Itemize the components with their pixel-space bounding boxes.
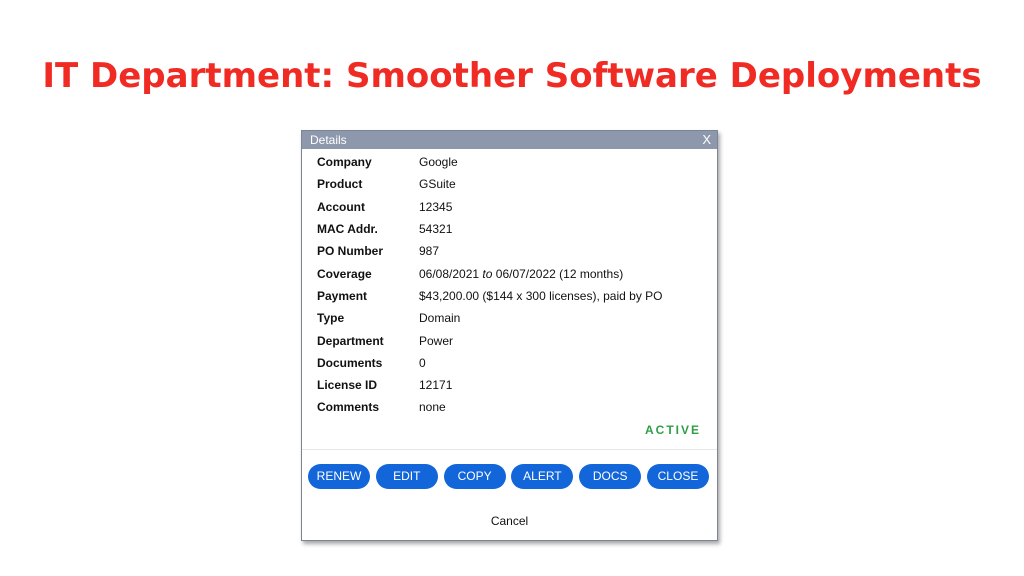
field-value: $43,200.00 ($144 x 300 licenses), paid b… [419, 288, 663, 303]
copy-button[interactable]: COPY [443, 463, 506, 489]
field-label: Payment [317, 288, 368, 303]
field-label: Company [317, 155, 372, 170]
detail-row-account: Account 12345 [302, 196, 717, 218]
cancel-link[interactable]: Cancel [302, 514, 717, 528]
dialog-title: Details [310, 133, 347, 147]
action-buttons: RENEW EDIT COPY ALERT DOCS CLOSE [302, 450, 717, 489]
field-label: License ID [317, 378, 378, 393]
field-value: Domain [419, 311, 461, 326]
field-value: GSuite [419, 177, 456, 192]
field-value: 12345 [419, 199, 453, 214]
field-label: Department [317, 333, 384, 348]
detail-row-mac-addr: MAC Addr. 54321 [302, 218, 717, 240]
close-button[interactable]: CLOSE [646, 463, 709, 489]
field-label: MAC Addr. [317, 222, 378, 237]
slide-title: IT Department: Smoother Software Deploym… [42, 56, 982, 96]
field-value: 12171 [419, 378, 453, 393]
edit-button[interactable]: EDIT [375, 463, 438, 489]
field-value: Power [419, 333, 454, 348]
detail-row-payment: Payment $43,200.00 ($144 x 300 licenses)… [302, 285, 717, 307]
field-value: 54321 [419, 222, 453, 237]
close-icon[interactable]: X [702, 131, 711, 149]
renew-button[interactable]: RENEW [308, 463, 370, 489]
details-dialog: Details X Company Google Product GSuite … [301, 130, 718, 541]
dialog-titlebar: Details X [302, 131, 717, 149]
field-label: Account [317, 199, 365, 214]
detail-row-comments: Comments none [302, 396, 717, 418]
field-label: Type [317, 311, 345, 326]
field-label: Documents [317, 355, 383, 370]
detail-row-company: Company Google [302, 151, 717, 173]
field-value: 06/08/2021 to 06/07/2022 (12 months) [419, 267, 717, 281]
coverage-end: 06/07/2022 (12 months) [495, 266, 624, 281]
detail-row-po-number: PO Number 987 [302, 240, 717, 262]
field-value: none [419, 400, 446, 415]
detail-row-coverage: Coverage 06/08/2021 to 06/07/2022 (12 mo… [302, 262, 717, 284]
field-label: Coverage [317, 266, 372, 281]
detail-row-product: Product GSuite [302, 173, 717, 195]
field-label: Product [317, 177, 363, 192]
field-label: Comments [317, 400, 380, 415]
status-badge: ACTIVE [644, 422, 701, 437]
coverage-start: 06/08/2021 [419, 266, 480, 281]
field-label: PO Number [317, 244, 384, 259]
detail-row-department: Department Power [302, 329, 717, 351]
field-value: 0 [419, 355, 426, 370]
detail-row-license-id: License ID 12171 [302, 374, 717, 396]
field-value: Google [419, 155, 458, 170]
details-list: Company Google Product GSuite Account 12… [302, 149, 717, 419]
docs-button[interactable]: DOCS [579, 463, 642, 489]
detail-row-type: Type Domain [302, 307, 717, 329]
detail-row-documents: Documents 0 [302, 352, 717, 374]
field-value: 987 [419, 244, 440, 259]
alert-button[interactable]: ALERT [511, 463, 574, 489]
coverage-connector: to [482, 266, 493, 281]
